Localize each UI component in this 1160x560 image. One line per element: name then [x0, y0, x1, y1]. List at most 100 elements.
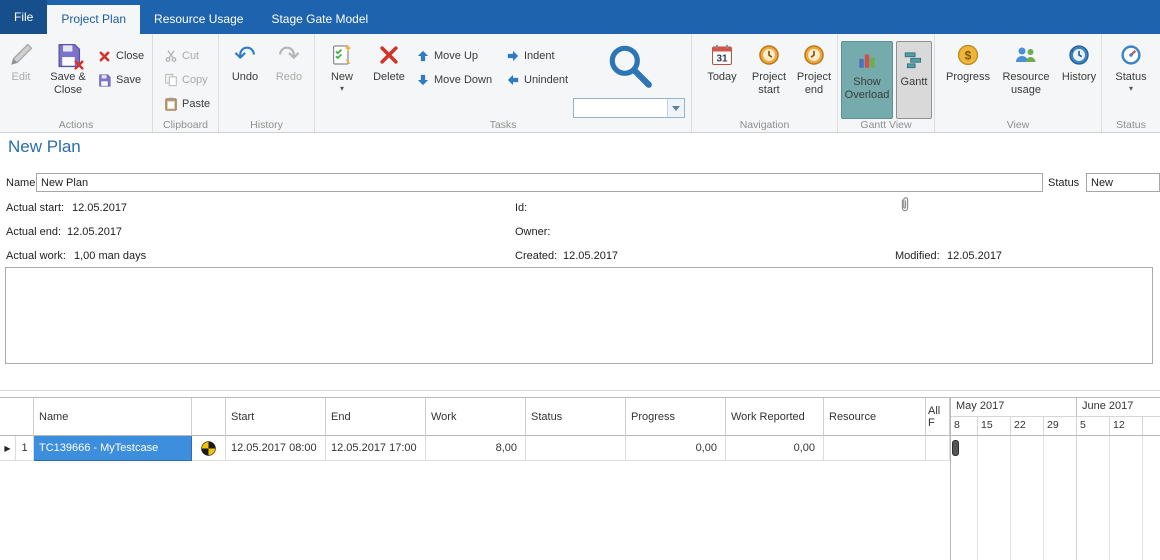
indent-label: Indent [524, 50, 555, 62]
chevron-down-icon: ▾ [340, 85, 344, 93]
arrow-down-icon [415, 73, 430, 88]
arrow-left-icon [505, 73, 520, 88]
close-button[interactable]: Close [97, 46, 144, 66]
task-resource-cell[interactable] [824, 436, 926, 461]
redo-button[interactable]: ↷ Redo [269, 41, 309, 84]
plan-status-input[interactable] [1086, 173, 1160, 192]
redo-icon: ↷ [278, 41, 300, 69]
task-start-cell[interactable]: 12.05.2017 08:00 [226, 436, 326, 461]
status-field-label: Status [1048, 177, 1079, 189]
undo-icon: ↶ [234, 41, 256, 69]
task-type-cell[interactable] [192, 436, 226, 461]
cut-label: Cut [182, 50, 199, 62]
project-end-label: Project end [794, 71, 834, 96]
task-name-cell[interactable]: TC139666 - MyTestcase [34, 436, 192, 461]
grid-header-start[interactable]: Start [226, 398, 326, 436]
actual-end-label: Actual end: [6, 226, 61, 238]
new-task-button[interactable]: New ▾ [323, 41, 361, 93]
grid-header-status[interactable]: Status [526, 398, 626, 436]
copy-button[interactable]: Copy [163, 70, 208, 90]
unindent-button[interactable]: Unindent [505, 70, 568, 90]
grid-header-work-label: Work [431, 411, 456, 423]
project-start-button[interactable]: Project start [746, 41, 792, 96]
save-and-close-label: Save & Close [42, 71, 94, 96]
show-overload-label: Show Overload [842, 76, 892, 101]
task-filter-input[interactable] [574, 99, 667, 117]
tab-stage-gate-model[interactable]: Stage Gate Model [257, 5, 382, 34]
edit-label: Edit [12, 71, 31, 84]
ribbon-group-navigation: 31 Today Project start Project end Navig… [692, 34, 838, 132]
grid-header-work-reported[interactable]: Work Reported [726, 398, 824, 436]
redo-label: Redo [276, 71, 302, 84]
tab-file[interactable]: File [0, 0, 47, 34]
grid-header-name[interactable]: Name [34, 398, 192, 436]
modified-label: Modified: [895, 250, 940, 262]
ribbon-tab-bar: File Project Plan Resource Usage Stage G… [0, 0, 1160, 34]
combo-dropdown-button[interactable] [667, 99, 684, 117]
tab-resource-usage[interactable]: Resource Usage [140, 5, 257, 34]
created-value: 12.05.2017 [563, 250, 618, 262]
gantt-month-june: June 2017 [1076, 398, 1160, 417]
id-label: Id: [515, 202, 527, 214]
attachment-button[interactable] [898, 195, 914, 215]
edit-button[interactable]: Edit [2, 41, 40, 84]
gantt-toggle-button[interactable]: Gantt [896, 41, 932, 119]
copy-icon [163, 73, 178, 88]
indent-button[interactable]: Indent [505, 46, 555, 66]
move-up-label: Move Up [434, 50, 478, 62]
gantt-month-may: May 2017 [950, 398, 1076, 417]
task-status-cell[interactable] [526, 436, 626, 461]
gantt-gridline [1109, 436, 1110, 560]
status-button[interactable]: Status ▾ [1108, 41, 1154, 93]
save-and-close-button[interactable]: Save & Close [42, 41, 94, 96]
task-filter-combobox[interactable] [573, 98, 685, 118]
progress-label: Progress [946, 71, 990, 84]
project-end-button[interactable]: Project end [794, 41, 834, 96]
today-button[interactable]: 31 Today [702, 41, 742, 84]
gantt-task-bar[interactable] [952, 440, 959, 456]
new-task-icon [330, 41, 354, 69]
task-all-f-cell[interactable] [926, 436, 950, 461]
tab-project-plan[interactable]: Project Plan [47, 5, 140, 34]
show-overload-toggle-button[interactable]: Show Overload [841, 41, 893, 119]
cut-button[interactable]: Cut [163, 46, 199, 66]
created-label: Created: [515, 250, 557, 262]
history-button[interactable]: History [1059, 41, 1099, 84]
task-work-reported-cell[interactable]: 0,00 [726, 436, 824, 461]
plan-name-input[interactable] [36, 173, 1043, 192]
task-work-cell[interactable]: 8,00 [426, 436, 526, 461]
actual-end-value: 12.05.2017 [67, 226, 122, 238]
delete-task-button[interactable]: Delete [367, 41, 411, 84]
move-up-button[interactable]: Move Up [415, 46, 478, 66]
resource-usage-label: Resource usage [997, 71, 1055, 96]
project-start-label: Project start [746, 71, 792, 96]
row-indicator-cell: ▶ [0, 436, 16, 461]
task-end-cell[interactable]: 12.05.2017 17:00 [326, 436, 426, 461]
grid-header-work[interactable]: Work [426, 398, 526, 436]
gantt-week-label: 15 [977, 417, 1010, 436]
move-down-label: Move Down [434, 74, 492, 86]
group-label-tasks: Tasks [315, 119, 691, 131]
ribbon-group-view: $ Progress Resource usage History View [935, 34, 1102, 132]
resource-usage-button[interactable]: Resource usage [997, 41, 1055, 96]
grid-header-end[interactable]: End [326, 398, 426, 436]
description-textarea[interactable] [5, 267, 1153, 364]
undo-button[interactable]: ↶ Undo [225, 41, 265, 84]
progress-button[interactable]: $ Progress [943, 41, 993, 84]
search-button[interactable] [601, 38, 659, 94]
save-button[interactable]: Save [97, 70, 141, 90]
move-down-button[interactable]: Move Down [415, 70, 492, 90]
paste-clipboard-icon [163, 97, 178, 112]
grid-header-all-f[interactable]: All F [926, 398, 950, 436]
form-grid-splitter[interactable] [0, 390, 1160, 391]
edit-pencil-icon [9, 41, 33, 69]
gantt-bars-icon [903, 46, 925, 74]
ribbon-group-clipboard: Cut Copy Paste Clipboard [153, 34, 219, 132]
svg-text:$: $ [965, 48, 972, 62]
grid-header-progress[interactable]: Progress [626, 398, 726, 436]
gantt-gridline [1043, 436, 1044, 560]
ribbon: Edit Save & Close Close Save Actions [0, 34, 1160, 133]
grid-header-resource[interactable]: Resource [824, 398, 926, 436]
paste-button[interactable]: Paste [163, 94, 210, 114]
task-progress-cell[interactable]: 0,00 [626, 436, 726, 461]
